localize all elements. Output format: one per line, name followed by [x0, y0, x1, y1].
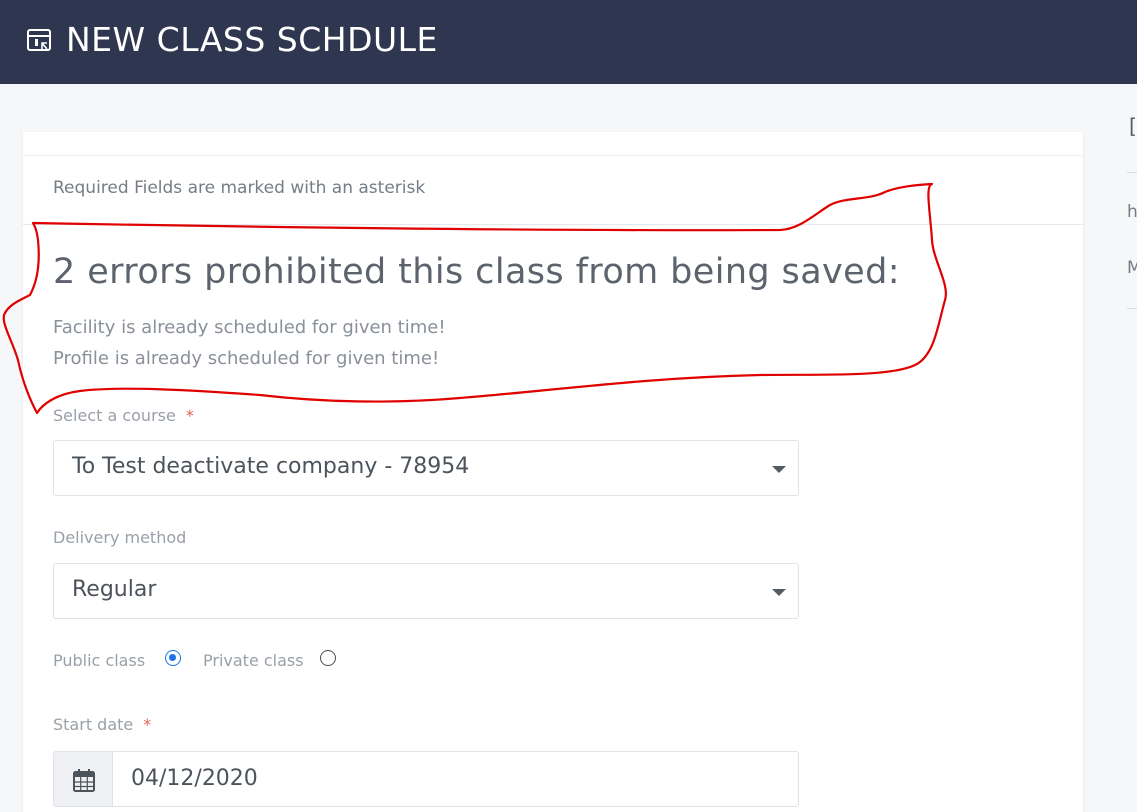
required-fields-note: Required Fields are marked with an aster… — [53, 178, 426, 198]
delivery-method-select[interactable]: Regular — [53, 563, 799, 619]
course-label-text: Select a course — [53, 406, 176, 425]
page-title: NEW CLASS SCHDULE — [66, 20, 438, 59]
top-bar: NEW CLASS SCHDULE — [0, 0, 1137, 84]
calendar-button[interactable] — [53, 751, 113, 807]
card-top-strip — [23, 132, 1083, 156]
divider — [1127, 172, 1137, 173]
calendar-icon — [73, 769, 95, 792]
public-class-radio[interactable] — [165, 650, 181, 666]
delivery-method-label: Delivery method — [53, 528, 187, 547]
start-date-label-text: Start date — [53, 715, 134, 734]
chevron-down-icon — [772, 589, 786, 596]
course-select[interactable]: To Test deactivate company - 78954 — [53, 440, 799, 496]
required-asterisk: * — [143, 715, 152, 734]
side-panel-edge: [ h M — [1105, 100, 1137, 800]
side-panel-glyph: [ — [1129, 114, 1137, 138]
required-asterisk: * — [185, 406, 194, 425]
schedule-note-icon — [27, 29, 51, 51]
course-label: Select a course * — [53, 406, 194, 425]
class-form-card: Required Fields are marked with an aster… — [23, 132, 1083, 812]
divider — [1127, 308, 1137, 309]
start-date-input[interactable]: 04/12/2020 — [113, 751, 799, 807]
start-date-group: 04/12/2020 — [53, 751, 799, 807]
public-class-label[interactable]: Public class — [53, 651, 145, 670]
side-panel-text: M — [1127, 258, 1137, 278]
delivery-method-value: Regular — [72, 577, 157, 602]
private-class-radio[interactable] — [320, 650, 336, 666]
error-message: Profile is already scheduled for given t… — [53, 348, 440, 369]
course-select-value: To Test deactivate company - 78954 — [72, 454, 470, 479]
side-panel-text: h — [1127, 202, 1137, 222]
private-class-label[interactable]: Private class — [203, 651, 304, 670]
start-date-label: Start date * — [53, 715, 151, 734]
error-message: Facility is already scheduled for given … — [53, 317, 446, 338]
start-date-value: 04/12/2020 — [131, 766, 258, 791]
chevron-down-icon — [772, 466, 786, 473]
error-summary-title: 2 errors prohibited this class from bein… — [53, 252, 900, 292]
card-header: Required Fields are marked with an aster… — [23, 156, 1083, 225]
